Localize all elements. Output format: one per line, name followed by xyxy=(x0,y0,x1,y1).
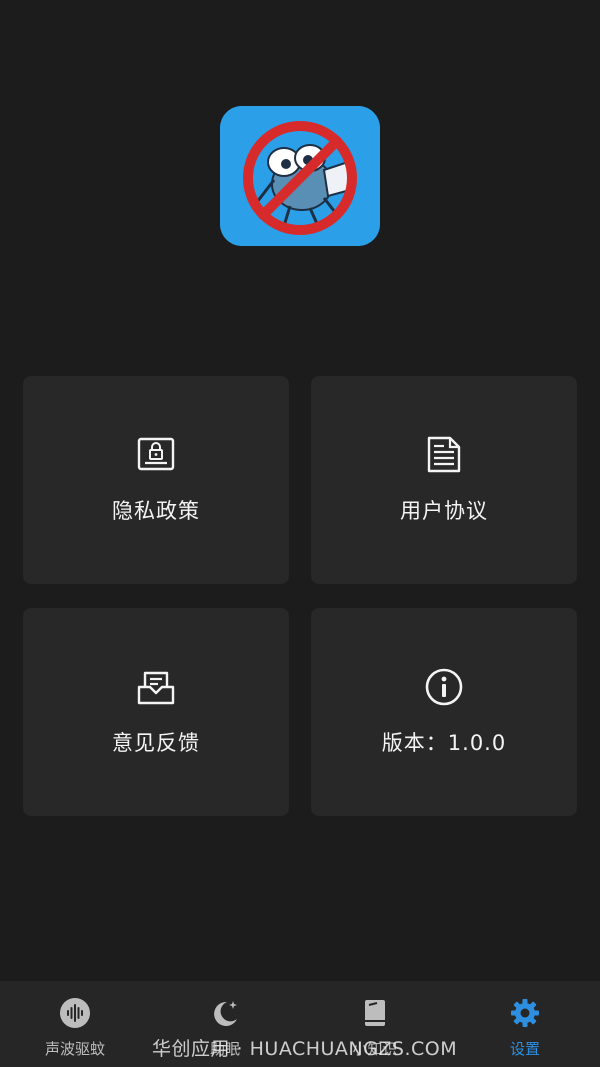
tab-knowledge[interactable]: 小知识 xyxy=(300,981,450,1067)
lock-document-icon xyxy=(136,435,176,475)
moon-icon xyxy=(209,997,241,1029)
user-agreement-label: 用户协议 xyxy=(400,499,488,523)
version-card[interactable]: 版本：1.0.0 xyxy=(311,608,577,816)
tab-knowledge-label: 小知识 xyxy=(352,1040,398,1058)
gear-icon xyxy=(509,997,541,1029)
book-icon xyxy=(359,997,391,1029)
no-mosquito-icon xyxy=(220,106,380,246)
tab-sleep-label: 助眠 xyxy=(209,1040,240,1058)
feedback-card[interactable]: 意见反馈 xyxy=(23,608,289,816)
user-agreement-card[interactable]: 用户协议 xyxy=(311,376,577,584)
feedback-label: 意见反馈 xyxy=(112,731,200,755)
bottom-tab-bar: 声波驱蚊 助眠 小知识 设置 xyxy=(0,981,600,1067)
settings-screen: 隐私政策 用户协议 意见反馈 版本：1.0.0 声波驱蚊 助眠 小知识 设置 华… xyxy=(0,0,600,1067)
document-icon xyxy=(424,435,464,475)
tab-settings[interactable]: 设置 xyxy=(450,981,600,1067)
privacy-policy-card[interactable]: 隐私政策 xyxy=(23,376,289,584)
tab-sound-repel-label: 声波驱蚊 xyxy=(44,1040,105,1058)
privacy-policy-label: 隐私政策 xyxy=(112,499,200,523)
mail-tray-icon xyxy=(136,667,176,707)
app-logo xyxy=(220,106,380,246)
version-label: 版本：1.0.0 xyxy=(381,731,507,755)
sound-wave-icon xyxy=(59,997,91,1029)
tab-sleep[interactable]: 助眠 xyxy=(150,981,300,1067)
tab-sound-repel[interactable]: 声波驱蚊 xyxy=(0,981,150,1067)
tab-settings-label: 设置 xyxy=(509,1040,540,1058)
info-icon xyxy=(424,667,464,707)
